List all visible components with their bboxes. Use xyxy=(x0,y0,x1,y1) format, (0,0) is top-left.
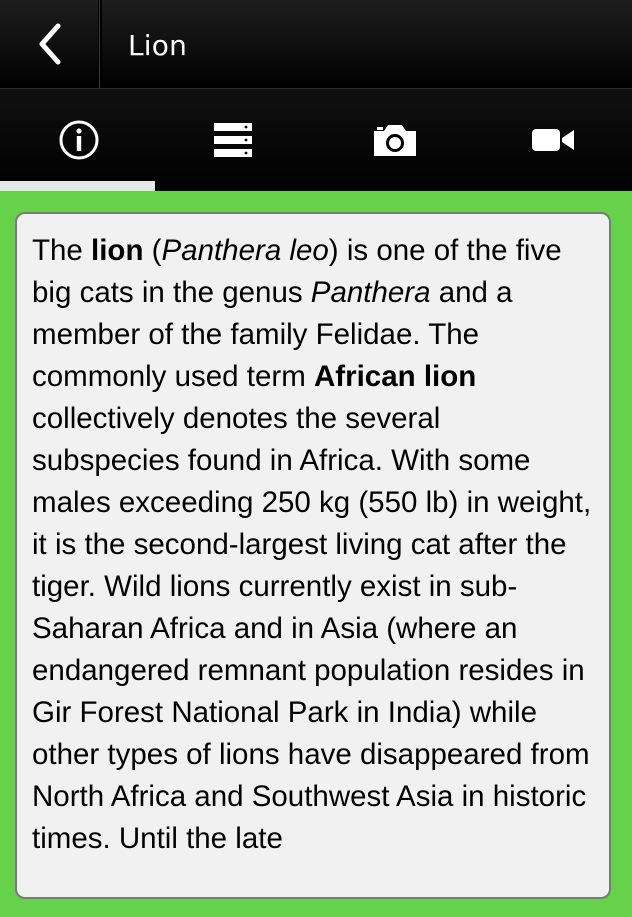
selected-tab-indicator xyxy=(0,181,155,191)
list-icon xyxy=(214,123,252,157)
info-icon xyxy=(59,120,99,160)
tab-info[interactable] xyxy=(0,89,158,191)
page-title: Lion xyxy=(128,29,188,62)
tab-list[interactable] xyxy=(154,89,312,191)
article-panel[interactable]: The lion (Panthera leo) is one of the fi… xyxy=(15,212,611,899)
chevron-left-icon xyxy=(39,23,61,65)
header-divider xyxy=(98,0,102,88)
navigation-bar: Lion xyxy=(0,0,632,89)
tab-photos[interactable] xyxy=(316,89,474,191)
back-button[interactable] xyxy=(0,0,98,88)
tab-videos[interactable] xyxy=(474,89,632,191)
tab-bar xyxy=(0,89,632,191)
camera-icon xyxy=(374,125,416,156)
article-text: The lion (Panthera leo) is one of the fi… xyxy=(32,234,592,855)
video-camera-icon xyxy=(532,129,574,151)
